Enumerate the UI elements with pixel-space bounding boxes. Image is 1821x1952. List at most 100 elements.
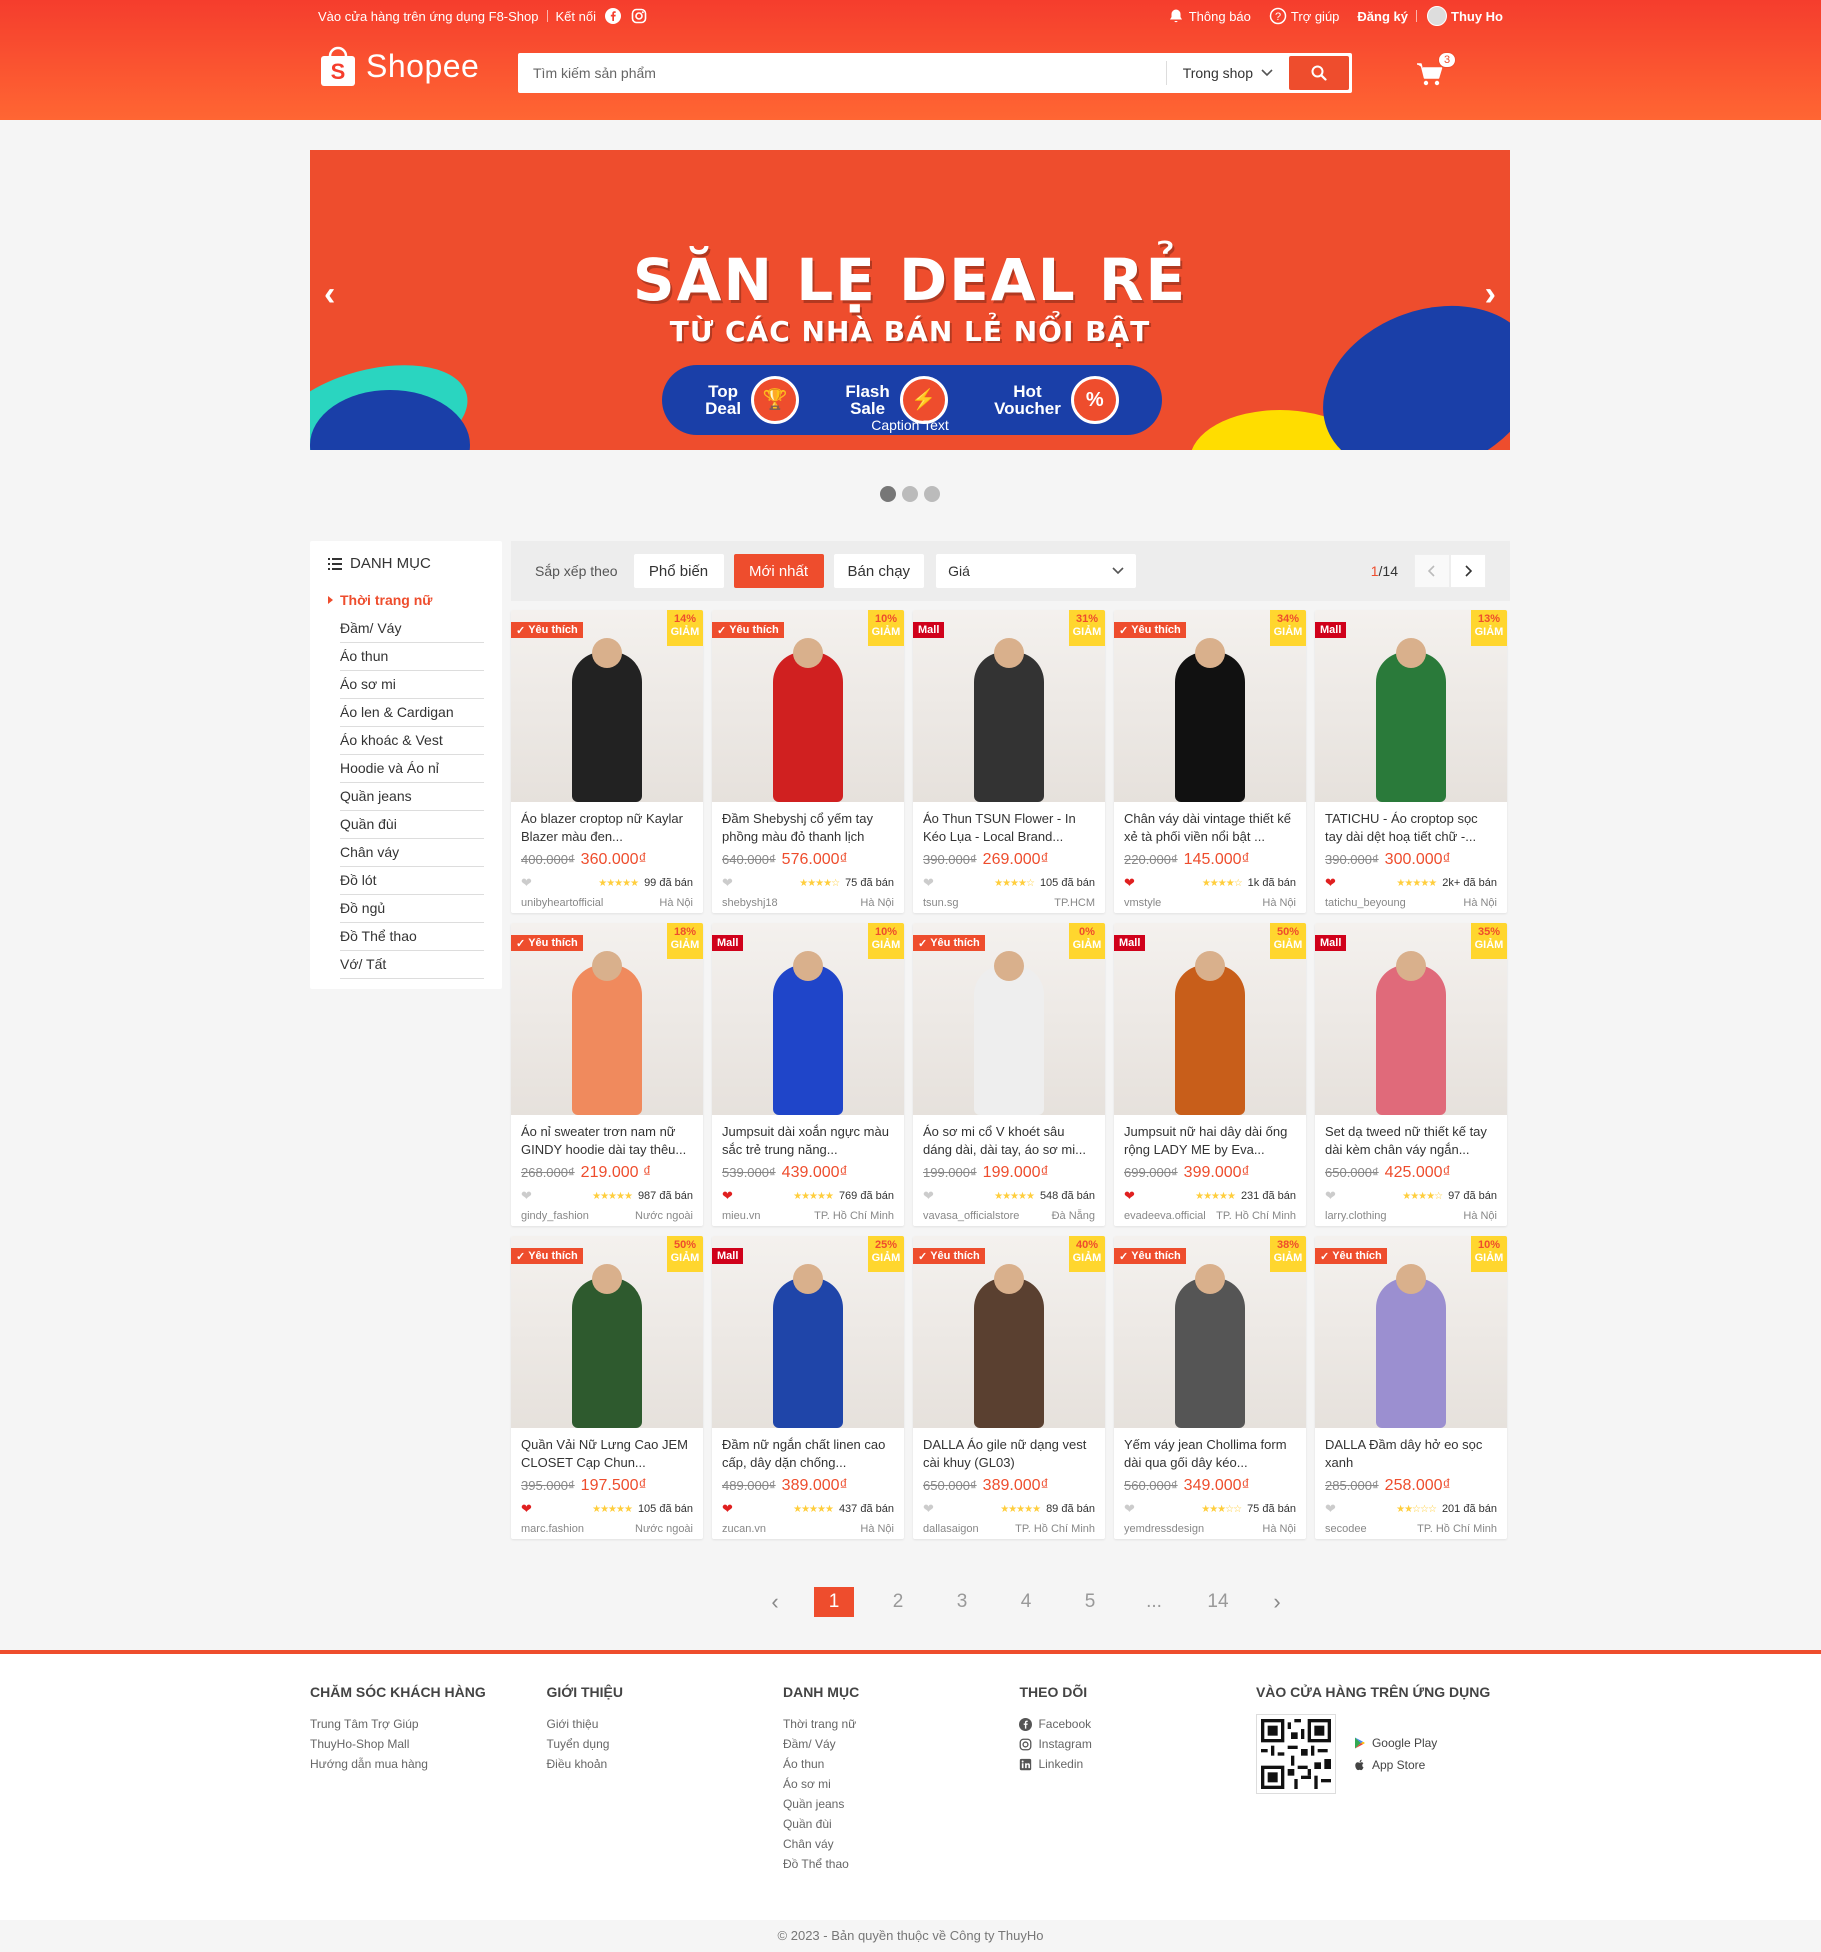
heart-icon[interactable]: ❤: [521, 1188, 532, 1204]
product-card[interactable]: ✓ Yêu thích 10% GIẢM DALLA Đầm dây hở eo s…: [1315, 1236, 1507, 1539]
heart-icon[interactable]: ❤: [521, 875, 532, 891]
sidebar-item[interactable]: Đồ lót: [328, 866, 484, 895]
store-app-link[interactable]: Vào cửa hàng trên ứng dụng F8-Shop: [318, 9, 539, 24]
product-name[interactable]: Yếm váy jean Chollima form dài qua gối d…: [1124, 1436, 1296, 1472]
banner-dot[interactable]: [880, 486, 896, 502]
user-menu[interactable]: Thuy Ho: [1427, 6, 1503, 26]
chevron-left-icon[interactable]: ‹: [760, 1589, 790, 1615]
product-name[interactable]: TATICHU - Áo croptop sọc tay dài dệt hoạ…: [1325, 810, 1497, 846]
sidebar-item[interactable]: Vớ/ Tất: [328, 950, 484, 979]
sidebar-item[interactable]: Chân váy: [328, 838, 484, 867]
product-card[interactable]: ✓ Yêu thích 34% GIẢM Chân váy dài vintage …: [1114, 610, 1306, 913]
product-name[interactable]: Quần Vải Nữ Lưng Cao JEM CLOSET Cạp Chun…: [521, 1436, 693, 1472]
sidebar-item[interactable]: Hoodie và Áo nỉ: [328, 754, 484, 783]
sidebar-item[interactable]: Đầm/ Váy: [328, 614, 484, 643]
heart-icon[interactable]: ❤: [923, 875, 934, 891]
sidebar-item[interactable]: Áo khoác & Vest: [328, 726, 484, 755]
product-card[interactable]: ✓ Yêu thích 18% GIẢM Áo nỉ sweater trơn na…: [511, 923, 703, 1226]
page-number[interactable]: 5: [1070, 1587, 1110, 1617]
footer-link[interactable]: Quần jeans: [783, 1794, 1019, 1814]
page-number[interactable]: 14: [1198, 1587, 1238, 1617]
footer-link[interactable]: Đầm/ Váy: [783, 1734, 1019, 1754]
product-card[interactable]: ✓ Yêu thích 50% GIẢM Quần Vải Nữ Lưng Cao …: [511, 1236, 703, 1539]
sidebar-item[interactable]: Thời trang nữ: [328, 586, 484, 614]
product-card[interactable]: Mall 35% GIẢM Set dạ tweed nữ thiết kế ta…: [1315, 923, 1507, 1226]
footer-link[interactable]: Tuyển dụng: [546, 1734, 782, 1754]
product-card[interactable]: ✓ Yêu thích 10% GIẢM Đầm Shebyshj cổ yếm t…: [712, 610, 904, 913]
app-store-link[interactable]: App Store: [1354, 1754, 1437, 1776]
heart-icon[interactable]: ❤: [1124, 1188, 1135, 1204]
product-name[interactable]: Áo sơ mi cổ V khoét sâu dáng dài, dài ta…: [923, 1123, 1095, 1159]
footer-link[interactable]: Đồ Thể thao: [783, 1854, 1019, 1874]
sidebar-item[interactable]: Áo len & Cardigan: [328, 698, 484, 727]
search-input[interactable]: [521, 56, 1166, 90]
page-number[interactable]: 4: [1006, 1587, 1046, 1617]
product-card[interactable]: Mall 13% GIẢM TATICHU - Áo croptop sọc ta…: [1315, 610, 1507, 913]
product-card[interactable]: ✓ Yêu thích 0% GIẢM Áo sơ mi cổ V khoét sâ…: [913, 923, 1105, 1226]
footer-link[interactable]: Áo thun: [783, 1754, 1019, 1774]
heart-icon[interactable]: ❤: [1325, 1501, 1336, 1517]
notifications-link[interactable]: Thông báo: [1167, 7, 1251, 25]
promo-banner[interactable]: ‹ › SĂN LẸ DEAL RẺ TỪ CÁC NHÀ BÁN LẺ NỔI…: [310, 150, 1510, 450]
product-card[interactable]: Mall 31% GIẢM Áo Thun TSUN Flower - In Ké…: [913, 610, 1105, 913]
product-name[interactable]: Áo Thun TSUN Flower - In Kéo Lụa - Local…: [923, 810, 1095, 846]
product-name[interactable]: Jumpsuit nữ hai dây dài ống rộng LADY ME…: [1124, 1123, 1296, 1159]
product-name[interactable]: DALLA Đầm dây hở eo sọc xanh: [1325, 1436, 1497, 1472]
sort-bestseller-button[interactable]: Bán chạy: [833, 554, 925, 588]
footer-linkedin-link[interactable]: Linkedin: [1019, 1754, 1255, 1774]
product-name[interactable]: DALLA Áo gile nữ dạng vest cài khuy (GL0…: [923, 1436, 1095, 1472]
prev-page-button[interactable]: [1414, 554, 1450, 588]
chevron-right-icon[interactable]: ›: [1262, 1589, 1292, 1615]
shopee-logo[interactable]: S Shopee: [318, 44, 479, 88]
footer-link[interactable]: Giới thiệu: [546, 1714, 782, 1734]
search-button[interactable]: [1289, 56, 1349, 90]
footer-link[interactable]: Áo sơ mi: [783, 1774, 1019, 1794]
footer-link[interactable]: Thời trang nữ: [783, 1714, 1019, 1734]
footer-link[interactable]: Chân váy: [783, 1834, 1019, 1854]
product-name[interactable]: Áo nỉ sweater trơn nam nữ GINDY hoodie d…: [521, 1123, 693, 1159]
heart-icon[interactable]: ❤: [1325, 875, 1336, 891]
page-number[interactable]: 1: [814, 1587, 854, 1617]
page-number[interactable]: 3: [942, 1587, 982, 1617]
footer-link[interactable]: Trung Tâm Trợ Giúp: [310, 1714, 546, 1734]
product-name[interactable]: Đầm Shebyshj cổ yếm tay phồng màu đỏ tha…: [722, 810, 894, 846]
heart-icon[interactable]: ❤: [521, 1501, 532, 1517]
instagram-icon[interactable]: [630, 7, 648, 25]
product-card[interactable]: Mall 50% GIẢM Jumpsuit nữ hai dây dài ống…: [1114, 923, 1306, 1226]
register-link[interactable]: Đăng ký: [1357, 9, 1408, 24]
sidebar-item[interactable]: Áo thun: [328, 642, 484, 671]
cart-button[interactable]: 3: [1414, 52, 1456, 90]
banner-dot[interactable]: [902, 486, 918, 502]
sidebar-item[interactable]: Đồ ngủ: [328, 894, 484, 923]
product-name[interactable]: Đầm nữ ngắn chất linen cao cấp, dây dặn …: [722, 1436, 894, 1472]
product-card[interactable]: ✓ Yêu thích 40% GIẢM DALLA Áo gile nữ dạng…: [913, 1236, 1105, 1539]
heart-icon[interactable]: ❤: [722, 1501, 733, 1517]
sidebar-item[interactable]: Đồ Thể thao: [328, 922, 484, 951]
search-scope-select[interactable]: Trong shop: [1165, 61, 1289, 85]
next-page-button[interactable]: [1450, 554, 1486, 588]
product-name[interactable]: Jumpsuit dài xoắn ngực màu sắc trẻ trung…: [722, 1123, 894, 1159]
sort-popular-button[interactable]: Phổ biến: [633, 554, 724, 588]
footer-link[interactable]: ThuyHo-Shop Mall: [310, 1734, 546, 1754]
page-number[interactable]: 2: [878, 1587, 918, 1617]
product-card[interactable]: Mall 10% GIẢM Jumpsuit dài xoắn ngực màu …: [712, 923, 904, 1226]
product-name[interactable]: Áo blazer croptop nữ Kaylar Blazer màu đ…: [521, 810, 693, 846]
help-link[interactable]: ? Trợ giúp: [1269, 7, 1339, 25]
product-card[interactable]: ✓ Yêu thích 14% GIẢM Áo blazer croptop nữ …: [511, 610, 703, 913]
product-name[interactable]: Set dạ tweed nữ thiết kế tay dài kèm châ…: [1325, 1123, 1497, 1159]
footer-link[interactable]: Quần đùi: [783, 1814, 1019, 1834]
heart-icon[interactable]: ❤: [722, 875, 733, 891]
sort-price-select[interactable]: Giá: [936, 554, 1137, 588]
heart-icon[interactable]: ❤: [1124, 1501, 1135, 1517]
heart-icon[interactable]: ❤: [1325, 1188, 1336, 1204]
product-card[interactable]: ✓ Yêu thích 38% GIẢM Yếm váy jean Chollima…: [1114, 1236, 1306, 1539]
heart-icon[interactable]: ❤: [722, 1188, 733, 1204]
footer-link[interactable]: Hướng dẫn mua hàng: [310, 1754, 546, 1774]
heart-icon[interactable]: ❤: [923, 1501, 934, 1517]
google-play-link[interactable]: Google Play: [1354, 1732, 1437, 1754]
product-card[interactable]: Mall 25% GIẢM Đầm nữ ngắn chất linen cao …: [712, 1236, 904, 1539]
sidebar-item[interactable]: Áo sơ mi: [328, 670, 484, 699]
product-name[interactable]: Chân váy dài vintage thiết kế xẻ tà phối…: [1124, 810, 1296, 846]
banner-dot[interactable]: [924, 486, 940, 502]
sort-newest-button[interactable]: Mới nhất: [733, 554, 824, 588]
